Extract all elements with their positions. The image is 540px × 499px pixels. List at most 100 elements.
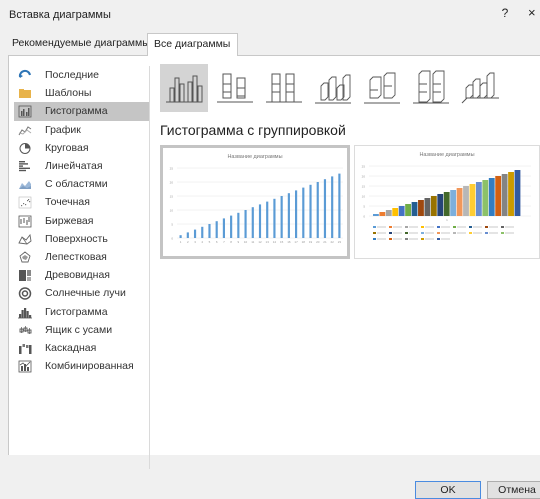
legend-swatch: [469, 232, 472, 234]
bar: [418, 200, 424, 216]
folder-icon: [18, 87, 32, 99]
x-tick-label: 9: [238, 240, 240, 244]
legend-swatch: [437, 238, 440, 240]
bar: [450, 190, 457, 216]
x-tick-label: 14: [273, 240, 277, 244]
legend-label: [489, 226, 498, 228]
chart-type-label: Линейчатая: [45, 160, 103, 173]
legend-swatch: [421, 226, 424, 228]
chart-type-item[interactable]: Линейчатая: [14, 157, 149, 175]
3d-column-subtype-button[interactable]: [456, 64, 504, 112]
x-tick-label: 3: [194, 240, 196, 244]
ok-button[interactable]: OK: [415, 481, 481, 499]
chart-type-item[interactable]: Круговая: [14, 139, 149, 157]
bar: [316, 182, 319, 238]
cancel-button[interactable]: Отмена: [487, 481, 540, 499]
legend-swatch: [469, 226, 472, 228]
chart-type-item[interactable]: Точечная: [14, 193, 149, 211]
x-tick-label: 13: [266, 240, 270, 244]
3d-stacked-column-subtype-button[interactable]: [358, 64, 406, 112]
chart-type-item[interactable]: Гистограмма: [14, 302, 149, 320]
legend-swatch: [405, 232, 408, 234]
bar: [488, 178, 495, 216]
chart-type-item[interactable]: Шаблоны: [14, 84, 149, 102]
legend-label: [441, 226, 450, 228]
help-button[interactable]: ?: [498, 5, 512, 21]
bar: [201, 226, 204, 238]
scatter-chart-icon: [18, 196, 32, 209]
legend-swatch: [421, 232, 424, 234]
x-tick-label: 1: [446, 218, 448, 222]
3d-100-stacked-column-subtype-button[interactable]: [407, 64, 455, 112]
legend-label: [441, 238, 450, 240]
bar: [266, 201, 269, 238]
legend-label: [377, 238, 386, 240]
y-tick-label: 0: [171, 237, 173, 241]
preview-chart-2-svg: 0 5 10 15 20 25 1: [362, 165, 531, 240]
y-tick-label: 10: [170, 209, 174, 213]
clustered-column-subtype-button[interactable]: [160, 64, 208, 112]
chart-type-item[interactable]: Последние: [14, 66, 149, 84]
x-tick-label: 2: [187, 240, 189, 244]
x-tick-label: 21: [323, 240, 327, 244]
bar: [373, 214, 379, 216]
3d-clustered-column-subtype-button[interactable]: [309, 64, 357, 112]
treemap-chart-icon: [18, 269, 32, 282]
chart-type-item[interactable]: Гистограмма: [14, 102, 149, 121]
bar: [501, 174, 508, 216]
legend-label: [489, 232, 498, 234]
chart-type-label: Комбинированная: [45, 360, 134, 373]
y-tick-label: 5: [363, 205, 365, 209]
area-chart-icon: [18, 178, 32, 190]
chart-preview-1[interactable]: Название диаграммы 0 5 10 15 20 25 1 2 3 4 5 6 7 8 9 10…: [160, 145, 350, 259]
3d-column-subtype-icon: [461, 72, 499, 104]
chart-type-item[interactable]: Комбинированная: [14, 357, 149, 375]
recent-icon: [18, 69, 32, 81]
chart-type-label: С областями: [45, 178, 108, 191]
legend-swatch: [485, 232, 488, 234]
chart-type-item[interactable]: Древовидная: [14, 266, 149, 284]
chart-type-label: Ящик с усами: [45, 323, 113, 336]
bar: [237, 212, 240, 238]
bar: [309, 184, 312, 238]
chart-type-label: Каскадная: [45, 341, 97, 354]
chart-type-item[interactable]: Ящик с усами: [14, 321, 149, 339]
tab-strip: Рекомендуемые диаграммы Все диаграммы: [8, 33, 540, 56]
bar: [463, 186, 469, 216]
tab-all-charts[interactable]: Все диаграммы: [147, 33, 238, 56]
legend-swatch: [373, 232, 376, 234]
legend-label: [425, 232, 434, 234]
bar: [469, 184, 476, 216]
sunburst-chart-icon: [18, 287, 32, 301]
chart-type-label: Последние: [45, 69, 100, 82]
legend-swatch: [389, 226, 392, 228]
legend-label: [377, 232, 386, 234]
legend-label: [377, 226, 386, 228]
chart-preview-2[interactable]: Название диаграммы 0 5 10 15 20 25 1: [354, 145, 540, 259]
chart-type-item[interactable]: Лепестковая: [14, 248, 149, 266]
100-stacked-column-subtype-button[interactable]: [260, 64, 308, 112]
chart-type-label: Поверхность: [45, 232, 108, 245]
x-tick-label: 4: [201, 240, 203, 244]
chart-type-item[interactable]: Солнечные лучи: [14, 284, 149, 302]
dialog-title: Вставка диаграммы: [9, 9, 111, 21]
y-tick-label: 0: [363, 215, 365, 219]
stacked-column-subtype-button[interactable]: [211, 64, 259, 112]
chart-type-item[interactable]: С областями: [14, 175, 149, 193]
bar: [258, 204, 262, 238]
legend-label: [473, 232, 482, 234]
bar: [244, 210, 247, 238]
x-tick-label: 7: [223, 240, 225, 244]
legend-label: [505, 226, 514, 228]
bar: [230, 215, 233, 238]
tab-recommended-charts[interactable]: Рекомендуемые диаграммы: [8, 33, 150, 55]
close-button[interactable]: ×: [528, 5, 540, 21]
bar: [323, 179, 327, 238]
chart-type-item[interactable]: Поверхность: [14, 230, 149, 248]
bar: [251, 207, 254, 238]
chart-type-item[interactable]: Каскадная: [14, 339, 149, 357]
chart-type-item[interactable]: График: [14, 121, 149, 139]
x-tick-label: 1: [180, 240, 182, 244]
chart-type-item[interactable]: Биржевая: [14, 212, 149, 230]
bar: [508, 172, 514, 216]
